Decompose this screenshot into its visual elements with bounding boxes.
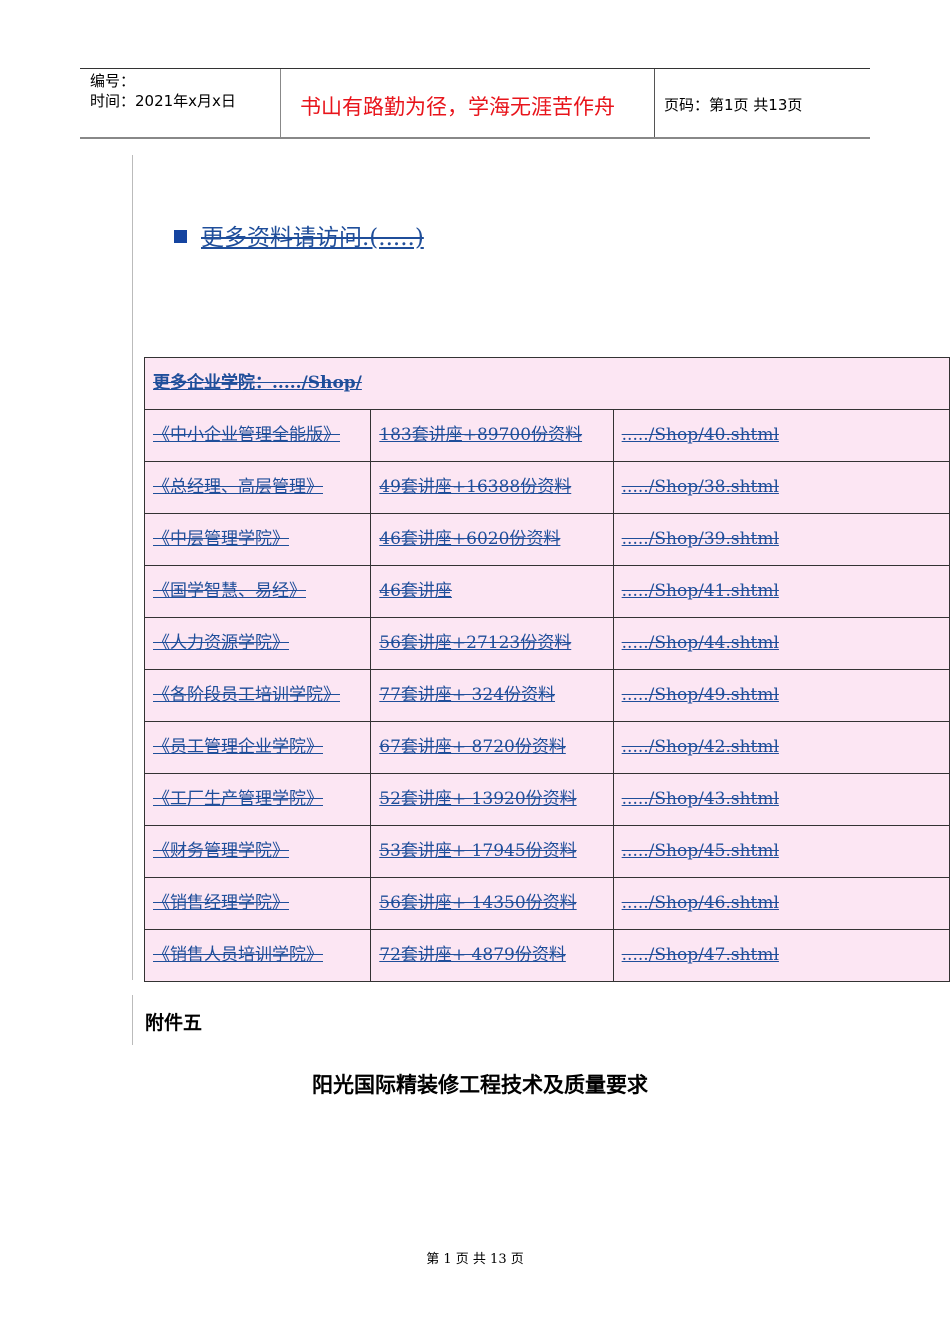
course-link[interactable]: 《总经理、高层管理》 — [153, 477, 323, 497]
table-row: 《工厂生产管理学院》 52套讲座+ 13920份资料 ...../Shop/43.s… — [143, 773, 950, 826]
table-cell: 72套讲座+ 4879份资料 — [370, 929, 614, 982]
course-count-link[interactable]: 46套讲座+6020份资料 — [379, 529, 560, 549]
table-cell: 《各阶段员工培训学院》 — [143, 669, 372, 722]
more-resources: 更多资料请访问.(.....) — [174, 218, 424, 252]
course-link[interactable]: 《财务管理学院》 — [153, 841, 289, 861]
course-count-link[interactable]: 53套讲座+ 17945份资料 — [379, 841, 576, 861]
table-row: 《国学智慧、易经》 46套讲座 ...../Shop/41.shtml — [143, 565, 950, 618]
shop-url-link[interactable]: ...../Shop/43.shtml — [622, 789, 779, 809]
course-link[interactable]: 《人力资源学院》 — [153, 633, 289, 653]
table-cell: ...../Shop/46.shtml — [612, 877, 950, 930]
margin-line — [132, 995, 133, 1045]
course-count-link[interactable]: 52套讲座+ 13920份资料 — [379, 789, 576, 809]
course-link[interactable]: 《国学智慧、易经》 — [153, 581, 306, 601]
course-count-link[interactable]: 56套讲座+ 14350份资料 — [379, 893, 576, 913]
table-row: 《人力资源学院》 56套讲座+27123份资料 ...../Shop/44.shtm… — [143, 617, 950, 670]
page-info: 页码：第1页 共13页 — [664, 96, 803, 114]
course-link[interactable]: 《销售人员培训学院》 — [153, 945, 323, 965]
table-cell: 《人力资源学院》 — [143, 617, 372, 670]
course-count-link[interactable]: 72套讲座+ 4879份资料 — [379, 945, 566, 965]
table-cell: 56套讲座+ 14350份资料 — [370, 877, 614, 930]
margin-line — [132, 155, 133, 980]
table-cell: ...../Shop/43.shtml — [612, 773, 950, 826]
shop-url-link[interactable]: ...../Shop/40.shtml — [622, 425, 779, 445]
shop-url-link[interactable]: ...../Shop/47.shtml — [622, 945, 779, 965]
page-header: 编号： 时间：2021年x月x日 书山有路勤为径，学海无涯苦作舟 页码：第1页 … — [80, 68, 870, 139]
table-row: 《财务管理学院》 53套讲座+ 17945份资料 ...../Shop/45.sht… — [143, 825, 950, 878]
table-cell: 46套讲座 — [370, 565, 614, 618]
table-cell: 52套讲座+ 13920份资料 — [370, 773, 614, 826]
shop-url-link[interactable]: ...../Shop/39.shtml — [622, 529, 779, 549]
table-cell: ...../Shop/49.shtml — [612, 669, 950, 722]
table-row: 《总经理、高层管理》 49套讲座+16388份资料 ...../Shop/38.sh… — [143, 461, 950, 514]
shop-url-link[interactable]: ...../Shop/44.shtml — [622, 633, 779, 653]
table-cell: 《中层管理学院》 — [143, 513, 372, 566]
bullet-square-icon — [174, 230, 187, 243]
table-cell: 67套讲座+ 8720份资料 — [370, 721, 614, 774]
page-footer: 第 1 页 共 13 页 — [426, 1252, 524, 1267]
course-count-link[interactable]: 46套讲座 — [379, 581, 452, 601]
header-meta: 编号： 时间：2021年x月x日 — [90, 71, 236, 111]
course-link[interactable]: 《销售经理学院》 — [153, 893, 289, 913]
shop-url-link[interactable]: ...../Shop/42.shtml — [622, 737, 779, 757]
table-cell: ...../Shop/39.shtml — [612, 513, 950, 566]
course-count-link[interactable]: 67套讲座+ 8720份资料 — [379, 737, 566, 757]
table-cell: 46套讲座+6020份资料 — [370, 513, 614, 566]
course-count-link[interactable]: 56套讲座+27123份资料 — [379, 633, 571, 653]
table-row: 《销售经理学院》 56套讲座+ 14350份资料 ...../Shop/46.sht… — [143, 877, 950, 930]
table-cell: 53套讲座+ 17945份资料 — [370, 825, 614, 878]
table-cell: 《国学智慧、易经》 — [143, 565, 372, 618]
table-cell: ...../Shop/38.shtml — [612, 461, 950, 514]
table-cell: 56套讲座+27123份资料 — [370, 617, 614, 670]
table-header-link[interactable]: 更多企业学院：...../Shop/ — [153, 373, 362, 393]
table-row: 《中小企业管理全能版》 183套讲座+89700份资料 ...../Shop/40.… — [143, 409, 950, 462]
table-cell: 《销售人员培训学院》 — [143, 929, 372, 982]
course-count-link[interactable]: 183套讲座+89700份资料 — [379, 425, 582, 445]
motto: 书山有路勤为径，学海无涯苦作舟 — [300, 95, 615, 119]
table-row: 《各阶段员工培训学院》 77套讲座+ 324份资料 ...../Shop/49.sh… — [143, 669, 950, 722]
course-link[interactable]: 《中层管理学院》 — [153, 529, 289, 549]
table-cell: ...../Shop/42.shtml — [612, 721, 950, 774]
table-cell: 49套讲座+16388份资料 — [370, 461, 614, 514]
table-cell: 《员工管理企业学院》 — [143, 721, 372, 774]
table-cell: ...../Shop/47.shtml — [612, 929, 950, 982]
course-link[interactable]: 《中小企业管理全能版》 — [153, 425, 340, 445]
table-cell: 《财务管理学院》 — [143, 825, 372, 878]
table-cell: ...../Shop/44.shtml — [612, 617, 950, 670]
table-cell: 《销售经理学院》 — [143, 877, 372, 930]
course-count-link[interactable]: 49套讲座+16388份资料 — [379, 477, 571, 497]
table-cell: 《中小企业管理全能版》 — [143, 409, 372, 462]
table-row: 《销售人员培训学院》 72套讲座+ 4879份资料 ...../Shop/47.sh… — [143, 929, 950, 982]
document-page: 编号： 时间：2021年x月x日 书山有路勤为径，学海无涯苦作舟 页码：第1页 … — [0, 0, 950, 1344]
shop-url-link[interactable]: ...../Shop/38.shtml — [622, 477, 779, 497]
shop-url-link[interactable]: ...../Shop/41.shtml — [622, 581, 779, 601]
attachment-label: 附件五 — [145, 1012, 203, 1034]
table-cell: 183套讲座+89700份资料 — [370, 409, 614, 462]
table-cell: ...../Shop/45.shtml — [612, 825, 950, 878]
course-link[interactable]: 《工厂生产管理学院》 — [153, 789, 323, 809]
shop-url-link[interactable]: ...../Shop/45.shtml — [622, 841, 779, 861]
time-label: 时间：2021年x月x日 — [90, 92, 236, 110]
course-count-link[interactable]: 77套讲座+ 324份资料 — [379, 685, 555, 705]
resource-table: 更多企业学院：...../Shop/ 《中小企业管理全能版》 183套讲座+897… — [143, 357, 950, 982]
table-cell: ...../Shop/40.shtml — [612, 409, 950, 462]
divider — [654, 69, 655, 137]
doc-title: 阳光国际精装修工程技术及质量要求 — [312, 1072, 648, 1097]
table-header: 更多企业学院：...../Shop/ — [144, 357, 950, 410]
shop-url-link[interactable]: ...../Shop/49.shtml — [622, 685, 779, 705]
more-resources-link[interactable]: 更多资料请访问.(.....) — [201, 225, 424, 251]
table-cell: 77套讲座+ 324份资料 — [370, 669, 614, 722]
table-cell: ...../Shop/41.shtml — [612, 565, 950, 618]
course-link[interactable]: 《各阶段员工培训学院》 — [153, 685, 340, 705]
table-cell: 《总经理、高层管理》 — [143, 461, 372, 514]
divider — [280, 69, 281, 137]
table-row: 《员工管理企业学院》 67套讲座+ 8720份资料 ...../Shop/42.sh… — [143, 721, 950, 774]
table-cell: 《工厂生产管理学院》 — [143, 773, 372, 826]
number-label: 编号： — [90, 72, 136, 90]
table-row: 《中层管理学院》 46套讲座+6020份资料 ...../Shop/39.shtml — [143, 513, 950, 566]
course-link[interactable]: 《员工管理企业学院》 — [153, 737, 323, 757]
shop-url-link[interactable]: ...../Shop/46.shtml — [622, 893, 779, 913]
